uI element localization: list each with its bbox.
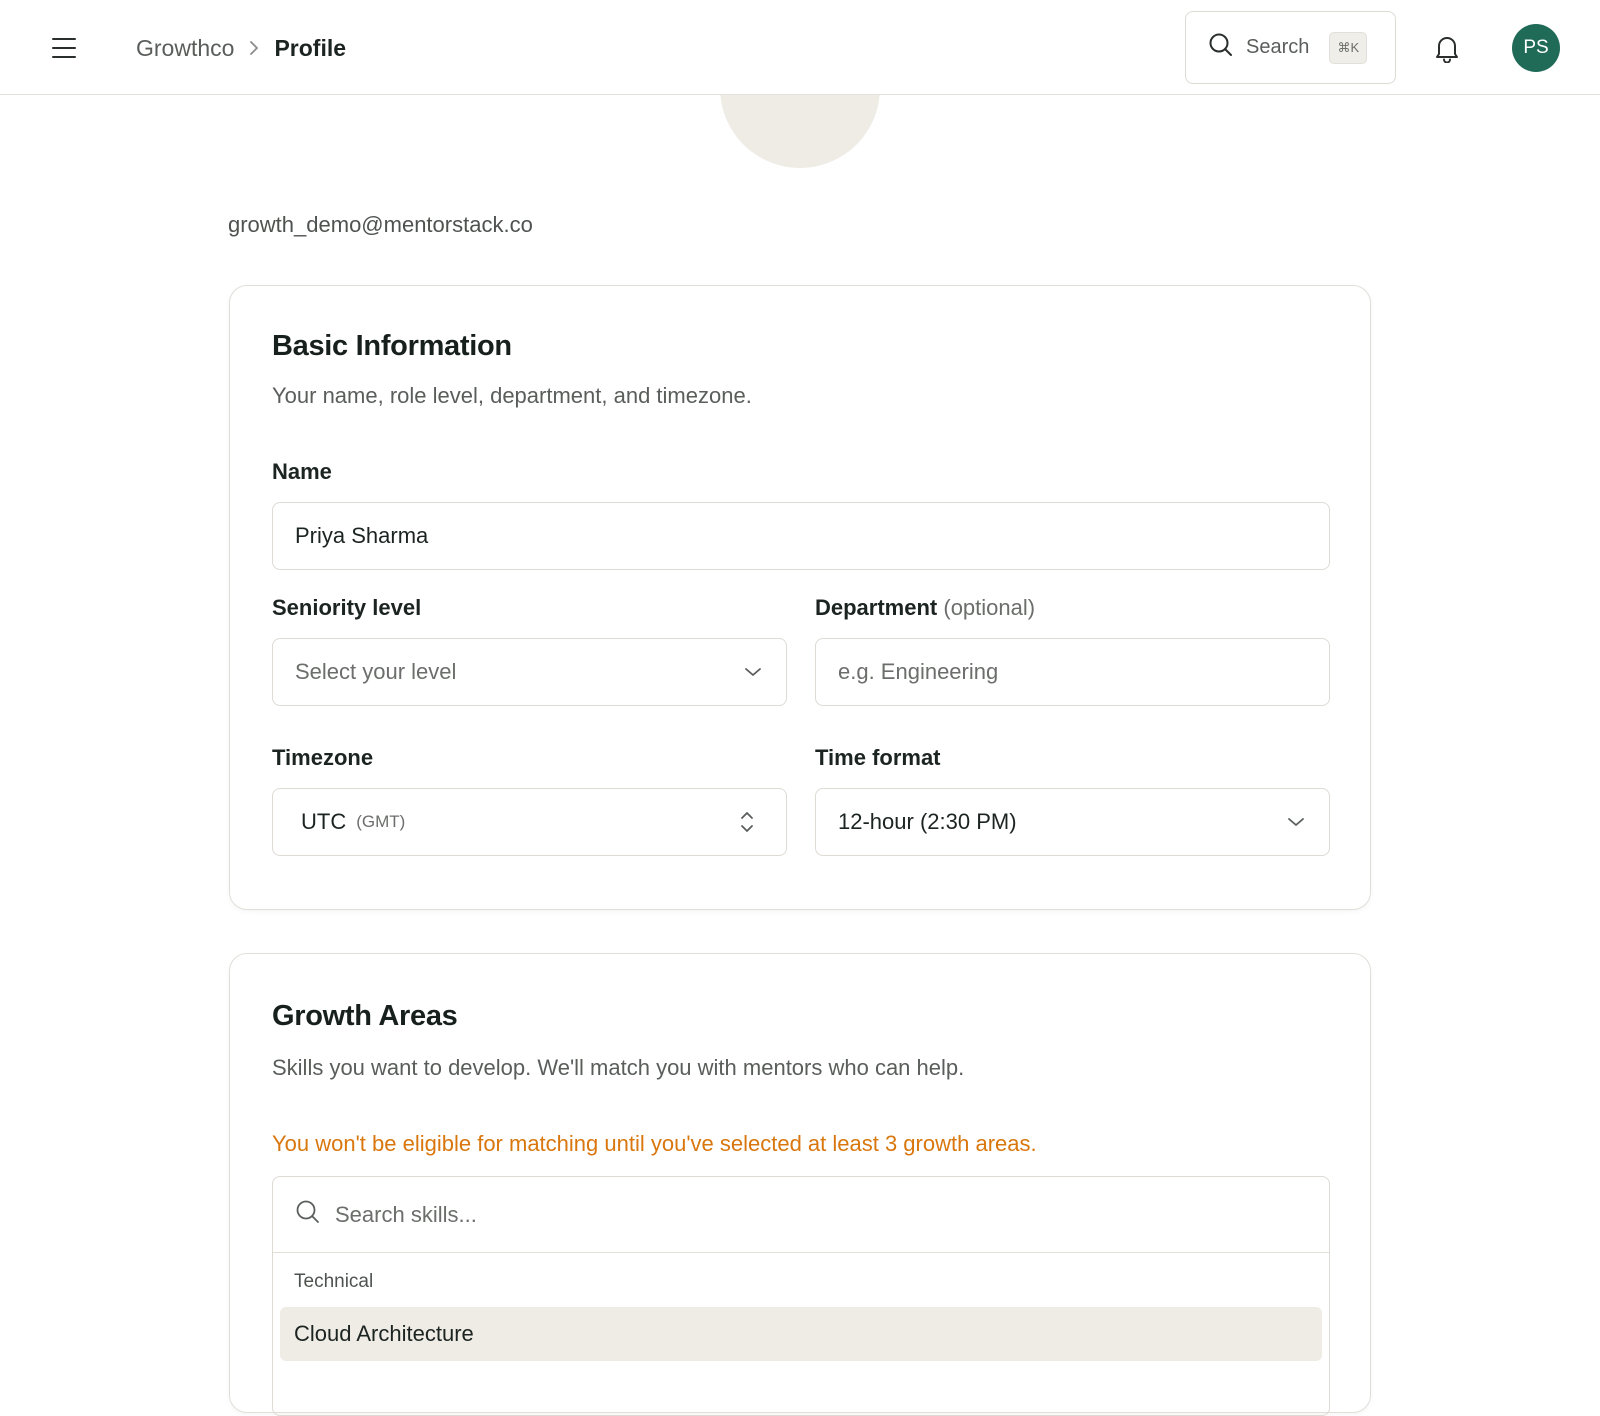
profile-email: growth_demo@mentorstack.co bbox=[228, 212, 533, 237]
department-label-text: Department bbox=[815, 595, 938, 620]
top-bar: Growthco Profile Search ⌘K PS bbox=[0, 0, 1600, 95]
breadcrumb-growthco[interactable]: Growthco bbox=[136, 32, 234, 64]
card-title: Basic Information bbox=[272, 330, 512, 362]
timezone-select[interactable]: UTC (GMT) bbox=[272, 788, 787, 856]
skills-search-input[interactable]: Search skills... bbox=[273, 1177, 1329, 1253]
hamburger-icon bbox=[52, 38, 76, 40]
matching-warning: You won't be eligible for matching until… bbox=[272, 1131, 1037, 1156]
hamburger-icon-line bbox=[52, 47, 76, 49]
timezone-value: UTC bbox=[301, 809, 347, 834]
seniority-placeholder: Select your level bbox=[295, 659, 457, 684]
name-input[interactable]: Priya Sharma bbox=[272, 502, 1330, 570]
skill-option-cloud-architecture[interactable]: Cloud Architecture bbox=[280, 1307, 1322, 1361]
growth-areas-card: Growth Areas Skills you want to develop.… bbox=[229, 953, 1371, 1416]
card-description: Your name, role level, department, and t… bbox=[272, 383, 752, 408]
breadcrumb: Growthco Profile bbox=[136, 32, 346, 64]
card-description: Skills you want to develop. We'll match … bbox=[272, 1055, 965, 1080]
name-value: Priya Sharma bbox=[295, 523, 429, 548]
skill-option-label: Cloud Architecture bbox=[294, 1321, 474, 1346]
search-icon bbox=[1208, 32, 1234, 63]
bell-icon[interactable] bbox=[1433, 33, 1461, 64]
hamburger-icon-line bbox=[52, 56, 76, 58]
time-format-select[interactable]: 12-hour (2:30 PM) bbox=[815, 788, 1330, 856]
menu-button[interactable] bbox=[50, 34, 78, 62]
time-format-label: Time format bbox=[815, 745, 941, 770]
chevron-right-icon bbox=[248, 40, 260, 56]
seniority-select[interactable]: Select your level bbox=[272, 638, 787, 706]
breadcrumb-profile: Profile bbox=[274, 35, 347, 61]
seniority-label: Seniority level bbox=[272, 595, 422, 620]
global-search-button[interactable]: Search ⌘K bbox=[1185, 11, 1396, 84]
name-label: Name bbox=[272, 459, 332, 484]
chevron-up-down-icon bbox=[739, 810, 755, 834]
chevron-down-icon bbox=[744, 666, 762, 678]
timezone-offset: (GMT) bbox=[356, 812, 406, 831]
department-label: Department (optional) bbox=[815, 595, 1035, 621]
search-shortcut-badge: ⌘K bbox=[1329, 31, 1368, 64]
department-input[interactable]: e.g. Engineering bbox=[815, 638, 1330, 706]
chevron-down-icon bbox=[1287, 816, 1305, 828]
department-placeholder: e.g. Engineering bbox=[838, 659, 999, 684]
time-format-value: 12-hour (2:30 PM) bbox=[838, 809, 1017, 834]
timezone-label: Timezone bbox=[272, 745, 374, 770]
search-label: Search bbox=[1246, 36, 1310, 58]
skills-search-placeholder: Search skills... bbox=[335, 1201, 477, 1227]
card-title: Growth Areas bbox=[272, 1000, 458, 1032]
department-optional-hint: (optional) bbox=[943, 595, 1036, 620]
skills-combobox: Search skills... Technical Cloud Archite… bbox=[272, 1176, 1330, 1416]
skill-group-label: Technical bbox=[294, 1271, 374, 1292]
basic-information-card: Basic Information Your name, role level,… bbox=[229, 285, 1371, 910]
user-avatar[interactable]: PS bbox=[1512, 24, 1560, 72]
search-icon bbox=[295, 1199, 321, 1230]
